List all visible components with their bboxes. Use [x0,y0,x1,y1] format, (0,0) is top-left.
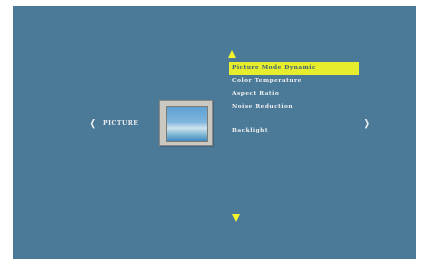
osd-screen: ❬ PICTURE Picture Mode Dynamic Color Tem… [13,6,416,259]
menu-item-picture-mode[interactable]: Picture Mode Dynamic [229,62,359,75]
picture-preview [166,106,208,142]
menu-item-aspect-ratio[interactable]: Aspect Ratio [229,88,359,101]
menu-item-backlight[interactable]: Backlight [229,125,359,138]
menu-item-blank [229,114,359,125]
chevron-left-icon[interactable]: ❬ [89,119,97,129]
picture-icon [159,100,213,146]
section-label: PICTURE [103,120,139,127]
chevron-right-icon[interactable]: ❭ [363,119,371,129]
menu-item-color-temperature[interactable]: Color Temperature [229,75,359,88]
triangle-down-icon[interactable] [232,214,240,222]
triangle-up-icon[interactable] [228,50,236,58]
menu-item-noise-reduction[interactable]: Noise Reduction [229,101,359,114]
picture-menu: Picture Mode Dynamic Color Temperature A… [229,62,359,138]
